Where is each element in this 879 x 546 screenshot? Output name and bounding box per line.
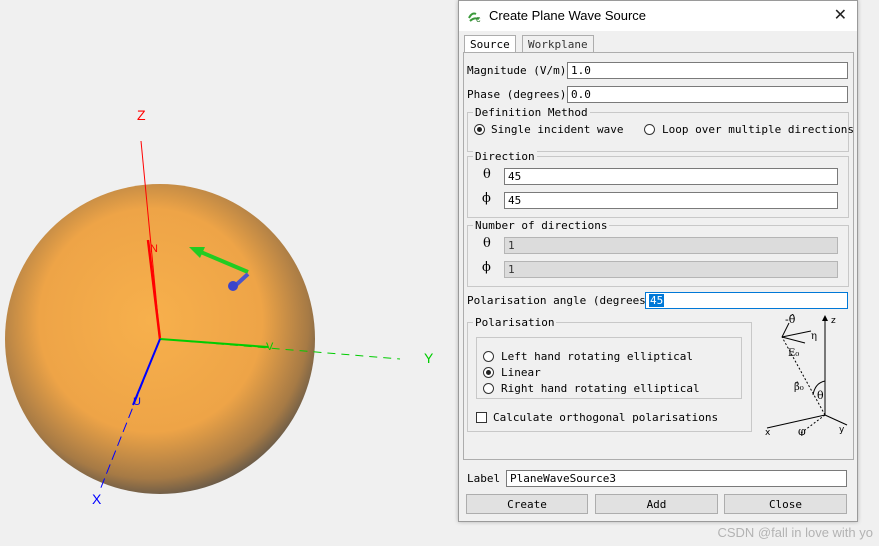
orthogonal-checkbox[interactable] (476, 412, 487, 423)
create-button[interactable]: Create (466, 494, 588, 514)
phase-label: Phase (degrees) (467, 88, 567, 101)
watermark: CSDN @fall in love with yo (717, 525, 873, 540)
magnitude-input[interactable]: 1.0 (567, 62, 848, 79)
left-hand-label: Left hand rotating elliptical (501, 350, 694, 363)
z-axis-label: Z (137, 107, 146, 123)
v-marker: V (266, 341, 274, 353)
phase-input[interactable]: 0.0 (567, 86, 848, 103)
phi-text: φ (798, 425, 806, 436)
num-theta-input: 1 (504, 237, 838, 254)
add-button[interactable]: Add (595, 494, 718, 514)
loop-directions-label: Loop over multiple directions (662, 123, 855, 136)
e0-text: E₀ (788, 348, 799, 359)
single-incident-label: Single incident wave (491, 123, 624, 136)
create-plane-wave-dialog: c Create Plane Wave Source ✕ Source Work… (458, 0, 858, 522)
phi-input[interactable]: 45 (504, 192, 838, 209)
dialog-titlebar[interactable]: c Create Plane Wave Source ✕ (459, 1, 857, 31)
num-phi-input: 1 (504, 261, 838, 278)
app-icon: c (468, 12, 481, 23)
theta-text: θ (817, 389, 824, 402)
polarisation-diagram: -θ̂ η E₀ β̂₀ θ φ x y z (765, 313, 848, 436)
direction-title: Direction (473, 150, 537, 163)
tab-workplane[interactable]: Workplane (522, 35, 594, 53)
source-label-label: Label (467, 472, 501, 485)
right-hand-label: Right hand rotating elliptical (501, 382, 700, 395)
n-marker: N (150, 243, 158, 255)
close-icon[interactable]: ✕ (834, 5, 847, 24)
orthogonal-label: Calculate orthogonal polarisations (493, 411, 719, 424)
theta-hat-text: -θ̂ (785, 313, 796, 326)
num-theta-symbol: θ (483, 236, 491, 251)
source-tab-pane: Magnitude (V/m) 1.0 Phase (degrees) 0.0 … (463, 52, 854, 460)
polarisation-angle-input[interactable]: 45 (645, 292, 848, 309)
beta0-text: β̂₀ (794, 382, 804, 393)
num-directions-title: Number of directions (473, 219, 610, 232)
phi-symbol: ϕ (482, 191, 491, 206)
y-axis-label: Y (424, 350, 434, 366)
num-phi-symbol: ϕ (482, 260, 491, 275)
x-text: x (765, 428, 771, 436)
single-incident-radio[interactable] (474, 124, 485, 135)
polarisation-title: Polarisation (473, 316, 557, 329)
u-marker: U (133, 396, 141, 408)
source-point (228, 281, 238, 291)
close-button[interactable]: Close (724, 494, 847, 514)
y-text: y (839, 425, 845, 435)
3d-viewport[interactable]: Z Y X N V U (0, 0, 460, 546)
linear-label: Linear (501, 366, 541, 379)
tab-source[interactable]: Source (464, 35, 516, 53)
z-text: z (831, 316, 836, 326)
left-hand-radio[interactable] (483, 351, 494, 362)
theta-symbol: θ (483, 167, 491, 182)
source-label-input[interactable]: PlaneWaveSource3 (506, 470, 847, 487)
eta-text: η (811, 331, 817, 342)
magnitude-label: Magnitude (V/m) (467, 64, 567, 77)
x-axis-label: X (92, 491, 102, 507)
linear-radio[interactable] (483, 367, 494, 378)
right-hand-radio[interactable] (483, 383, 494, 394)
loop-directions-radio[interactable] (644, 124, 655, 135)
definition-method-title: Definition Method (473, 106, 590, 119)
svg-text:c: c (476, 14, 481, 23)
polarisation-angle-label: Polarisation angle (degrees) (467, 294, 653, 307)
dialog-title: Create Plane Wave Source (489, 8, 647, 23)
theta-input[interactable]: 45 (504, 168, 838, 185)
polarisation-angle-selection: 45 (649, 294, 665, 307)
